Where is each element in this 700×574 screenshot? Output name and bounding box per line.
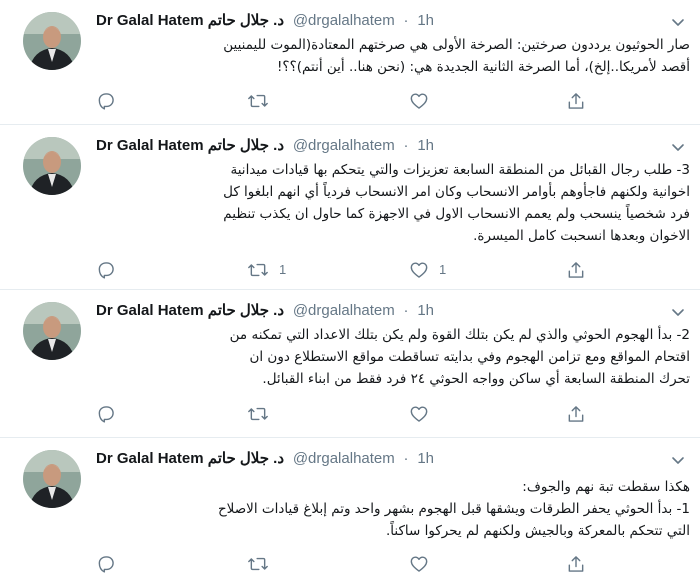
author-name[interactable]: Dr Galal Hatem د. جلال حاتم [96, 10, 284, 32]
tweet-text-line: أقصد لأمريكا..إلخ)، أما الصرخة الثانية ا… [277, 59, 690, 75]
share-icon [568, 556, 584, 572]
tweet-header: Dr Galal Hatem د. جلال حاتم @drgalalhate… [96, 448, 434, 470]
retweet-icon [248, 94, 268, 108]
tweet-feed: Dr Galal Hatem د. جلال حاتم @drgalalhate… [0, 0, 700, 574]
tweet-header: Dr Galal Hatem د. جلال حاتم @drgalalhate… [96, 300, 434, 322]
like-button[interactable] [409, 404, 439, 424]
tweet-text: 3- طلب رجال القبائل من المنطقة السابعة ت… [82, 159, 690, 247]
retweet-icon [248, 407, 268, 421]
reply-icon [98, 262, 114, 279]
reply-button[interactable] [96, 554, 126, 574]
avatar[interactable] [23, 302, 81, 360]
author-handle[interactable]: @drgalalhatem [293, 10, 395, 32]
chevron-down-icon[interactable] [670, 304, 686, 320]
chevron-down-icon[interactable] [670, 14, 686, 30]
author-name[interactable]: Dr Galal Hatem د. جلال حاتم [96, 448, 284, 470]
like-button[interactable]: 1 [409, 260, 446, 280]
heart-icon [410, 93, 428, 109]
like-button[interactable] [409, 554, 439, 574]
tweet-text-line: فرد شخصياً ينسحب ولم يعمم الانسحاب الاول… [223, 206, 690, 222]
author-handle[interactable]: @drgalalhatem [293, 135, 395, 157]
reply-button[interactable] [96, 91, 126, 111]
separator-dot: · [403, 137, 409, 154]
tweet-header: Dr Galal Hatem د. جلال حاتم @drgalalhate… [96, 10, 434, 32]
share-button[interactable] [566, 404, 586, 424]
reply-button[interactable] [96, 260, 126, 280]
tweet-text-line: اقتحام المواقع ومع تزامن الهجوم وفي بداي… [249, 349, 690, 365]
retweet-icon [248, 557, 268, 571]
retweet-button[interactable]: 1 [247, 260, 286, 280]
avatar[interactable] [23, 137, 81, 195]
avatar[interactable] [23, 450, 81, 508]
tweet-timestamp[interactable]: 1h [417, 300, 434, 322]
retweet-button[interactable] [247, 554, 279, 574]
separator-dot: · [403, 450, 409, 467]
tweet-text-line: صار الحوثيون يرددون صرختين: الصرخة الأول… [223, 37, 690, 53]
heart-icon [410, 556, 428, 572]
share-button[interactable] [566, 91, 586, 111]
tweet-text-line: اخوانية ولكنهم فاجأوهم بأوامر الانسحاب و… [223, 184, 690, 200]
tweet-text-line: 3- طلب رجال القبائل من المنطقة السابعة ت… [230, 162, 691, 178]
share-icon [568, 406, 584, 422]
retweet-icon [248, 263, 268, 277]
retweet-count: 1 [279, 262, 287, 277]
share-icon [568, 262, 584, 278]
like-count: 1 [439, 262, 447, 277]
tweet-text-line: التي تتحكم بالمعركة وبالجيش ولكنهم لم يح… [385, 523, 690, 539]
tweet-text-line: تحرك المنطقة السابعة أي ساكن وواجه الحوث… [262, 371, 690, 387]
reply-icon [98, 406, 114, 423]
like-button[interactable] [409, 91, 439, 111]
chevron-down-icon[interactable] [670, 139, 686, 155]
author-handle[interactable]: @drgalalhatem [293, 300, 395, 322]
tweet-text: هكذا سقطت تبة نهم والجوف: 1- بدأ الحوثي … [82, 476, 690, 542]
tweet[interactable]: Dr Galal Hatem د. جلال حاتم @drgalalhate… [0, 125, 700, 290]
author-handle[interactable]: @drgalalhatem [293, 448, 395, 470]
tweet-text-line: الاخوان وبعدها انسحبت كامل الميسرة. [473, 228, 690, 244]
reply-icon [98, 93, 114, 110]
reply-icon [98, 556, 114, 573]
tweet-header: Dr Galal Hatem د. جلال حاتم @drgalalhate… [96, 135, 434, 157]
tweet-text: 2- بدأ الهجوم الحوثي والذي لم يكن بتلك ا… [82, 324, 690, 390]
tweet[interactable]: Dr Galal Hatem د. جلال حاتم @drgalalhate… [0, 290, 700, 438]
reply-button[interactable] [96, 404, 126, 424]
tweet-timestamp[interactable]: 1h [417, 10, 434, 32]
tweet-actions [96, 554, 596, 574]
tweet-actions [96, 404, 596, 424]
tweet-text-line: 1- بدأ الحوثي يحفر الطرقات ويشقها قبل ال… [217, 501, 690, 517]
heart-icon [410, 406, 428, 422]
tweet-text: صار الحوثيون يرددون صرختين: الصرخة الأول… [82, 34, 690, 78]
avatar[interactable] [23, 12, 81, 70]
tweet-actions: 1 1 [96, 260, 596, 280]
tweet-text-line: هكذا سقطت تبة نهم والجوف: [522, 479, 690, 495]
tweet-text-line: 2- بدأ الهجوم الحوثي والذي لم يكن بتلك ا… [229, 327, 690, 343]
tweet[interactable]: Dr Galal Hatem د. جلال حاتم @drgalalhate… [0, 0, 700, 125]
separator-dot: · [403, 302, 409, 319]
tweet-timestamp[interactable]: 1h [417, 135, 434, 157]
share-icon [568, 93, 584, 109]
tweet-timestamp[interactable]: 1h [417, 448, 434, 470]
tweet[interactable]: Dr Galal Hatem د. جلال حاتم @drgalalhate… [0, 438, 700, 574]
tweet-actions [96, 91, 596, 111]
share-button[interactable] [566, 554, 586, 574]
retweet-button[interactable] [247, 404, 279, 424]
chevron-down-icon[interactable] [670, 452, 686, 468]
share-button[interactable] [566, 260, 586, 280]
author-name[interactable]: Dr Galal Hatem د. جلال حاتم [96, 300, 284, 322]
heart-icon [410, 262, 428, 278]
retweet-button[interactable] [247, 91, 279, 111]
separator-dot: · [403, 12, 409, 29]
author-name[interactable]: Dr Galal Hatem د. جلال حاتم [96, 135, 284, 157]
